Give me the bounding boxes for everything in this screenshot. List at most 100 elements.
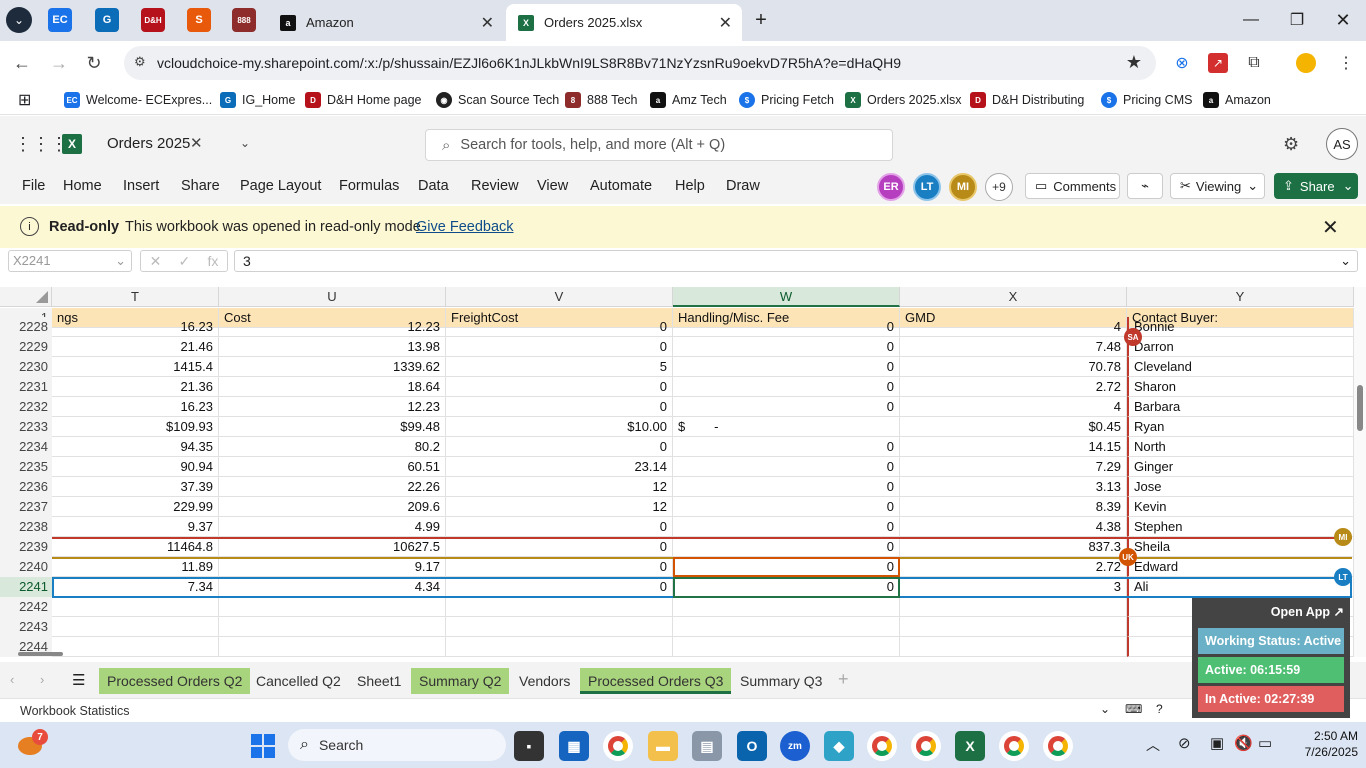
table-cell[interactable]: 1339.62: [219, 357, 446, 377]
pdf-extension-icon[interactable]: ↗: [1208, 53, 1228, 73]
menu-draw[interactable]: Draw: [726, 178, 760, 194]
table-cell[interactable]: $109.93: [52, 417, 219, 437]
table-cell[interactable]: 10627.5: [219, 537, 446, 557]
table-cell[interactable]: 0: [673, 337, 900, 357]
store-icon[interactable]: ▦: [559, 731, 589, 761]
name-box[interactable]: X2241 ⌄: [8, 250, 132, 272]
tab-amazon[interactable]: a Amazon ✕: [268, 4, 504, 41]
row-header[interactable]: 2230: [0, 357, 52, 377]
table-cell[interactable]: 14.15: [900, 437, 1127, 457]
more-collaborators[interactable]: +9: [985, 173, 1013, 201]
workbook-statistics[interactable]: Workbook Statistics: [20, 704, 130, 718]
table-cell[interactable]: 70.78: [900, 357, 1127, 377]
collaborator-avatar[interactable]: LT: [913, 173, 941, 201]
network-off-icon[interactable]: ⊘: [1178, 734, 1191, 752]
table-cell[interactable]: Barbara: [1127, 397, 1354, 417]
prev-sheet-icon[interactable]: ‹: [10, 672, 14, 687]
window-close-icon[interactable]: ✕: [1320, 6, 1366, 34]
table-cell[interactable]: 11464.8: [52, 537, 219, 557]
close-icon[interactable]: ✕: [481, 13, 494, 33]
table-cell[interactable]: [900, 597, 1127, 617]
table-cell[interactable]: 3.13: [900, 477, 1127, 497]
column-header-t[interactable]: T: [52, 287, 219, 307]
menu-file[interactable]: File: [22, 178, 45, 194]
table-cell[interactable]: North: [1127, 437, 1354, 457]
taskbar-search[interactable]: ⌕ Search: [288, 729, 506, 761]
chrome-icon[interactable]: [603, 731, 633, 761]
search-box[interactable]: ⌕ Search for tools, help, and more (Alt …: [425, 129, 893, 161]
sheet-tab[interactable]: Cancelled Q2: [248, 668, 349, 694]
table-cell[interactable]: [446, 617, 673, 637]
bookmark-888-tech[interactable]: 8 888 Tech: [565, 91, 638, 109]
table-cell[interactable]: 0: [673, 517, 900, 537]
bookmark-orders-xlsx[interactable]: X Orders 2025.xlsx: [845, 91, 961, 109]
cancel-icon[interactable]: ✕: [150, 253, 162, 270]
horizontal-scrollbar[interactable]: [0, 649, 1354, 657]
chevron-down-icon[interactable]: ⌄: [240, 136, 250, 150]
formula-input[interactable]: 3 ⌄: [234, 250, 1358, 272]
user-avatar[interactable]: AS: [1326, 128, 1358, 160]
table-cell[interactable]: Jose: [1127, 477, 1354, 497]
row-header[interactable]: 2229: [0, 337, 52, 357]
bookmark-ig-home[interactable]: G IG_Home: [220, 91, 296, 109]
row-header[interactable]: 2241: [0, 577, 52, 597]
back-icon[interactable]: ←: [8, 49, 36, 77]
row-header[interactable]: 2240: [0, 557, 52, 577]
extension-icon[interactable]: ⊗: [1172, 53, 1192, 73]
table-cell[interactable]: 0: [446, 397, 673, 417]
chrome-profile-icon[interactable]: [1043, 731, 1073, 761]
document-title[interactable]: Orders 2025: [107, 135, 190, 152]
url-text[interactable]: vcloudchoice-my.sharepoint.com/:x:/p/shu…: [157, 55, 901, 71]
row-header[interactable]: 2233: [0, 417, 52, 437]
keyboard-icon[interactable]: ⌨: [1125, 702, 1142, 716]
restore-icon[interactable]: ❐: [1274, 6, 1320, 34]
battery-icon[interactable]: ▭: [1258, 734, 1272, 752]
table-cell[interactable]: 8.39: [900, 497, 1127, 517]
catch-up-icon[interactable]: ⌁: [1127, 173, 1163, 199]
menu-data[interactable]: Data: [418, 178, 449, 194]
settings-gear-icon[interactable]: ⚙: [1283, 134, 1299, 155]
table-cell[interactable]: 13.98: [219, 337, 446, 357]
table-cell[interactable]: 4.38: [900, 517, 1127, 537]
table-cell[interactable]: $ -: [673, 417, 900, 437]
table-cell[interactable]: 60.51: [219, 457, 446, 477]
column-header-w[interactable]: W: [673, 287, 900, 307]
row-header[interactable]: 2239: [0, 537, 52, 557]
scrollbar-thumb[interactable]: [1357, 385, 1363, 431]
give-feedback-link[interactable]: Give Feedback: [416, 219, 514, 235]
chrome-active-icon[interactable]: [911, 731, 941, 761]
table-cell[interactable]: 0: [673, 397, 900, 417]
menu-review[interactable]: Review: [471, 178, 519, 194]
table-cell[interactable]: 16.23: [52, 397, 219, 417]
bookmark-pricing-fetch[interactable]: $ Pricing Fetch: [739, 91, 834, 109]
menu-view[interactable]: View: [537, 178, 568, 194]
pinned-tab-s[interactable]: S: [187, 8, 211, 32]
bookmark-amazon[interactable]: a Amazon: [1203, 91, 1271, 109]
table-cell[interactable]: 21.36: [52, 377, 219, 397]
row-header[interactable]: 2231: [0, 377, 52, 397]
vertical-scrollbar[interactable]: [1354, 287, 1366, 657]
sheet-tab[interactable]: Sheet1: [349, 668, 409, 694]
pin-off-icon[interactable]: ✕: [190, 134, 203, 152]
forward-icon[interactable]: →: [45, 49, 73, 77]
table-cell[interactable]: 9.17: [219, 557, 446, 577]
spreadsheet-grid[interactable]: T U V W X Y 1 ngs Cost FreightCost Handl…: [0, 287, 1366, 657]
pinned-tab-ecexpress[interactable]: EC: [48, 8, 72, 32]
table-cell[interactable]: 22.26: [219, 477, 446, 497]
menu-help[interactable]: Help: [675, 178, 705, 194]
row-header[interactable]: 2238: [0, 517, 52, 537]
column-header-v[interactable]: V: [446, 287, 673, 307]
share-button[interactable]: ⇪ Share ⌄: [1274, 173, 1358, 199]
table-cell[interactable]: 0: [446, 377, 673, 397]
app-launcher-icon[interactable]: ⋮⋮⋮: [14, 134, 68, 155]
open-app-link[interactable]: Open App ↗: [1271, 604, 1344, 619]
close-icon[interactable]: ✕: [719, 13, 732, 33]
next-sheet-icon[interactable]: ›: [40, 672, 44, 687]
table-cell[interactable]: 0: [446, 437, 673, 457]
reload-icon[interactable]: ↻: [80, 49, 108, 77]
tab-orders-xlsx[interactable]: X Orders 2025.xlsx ✕: [506, 4, 742, 41]
table-cell[interactable]: 229.99: [52, 497, 219, 517]
table-cell[interactable]: 0: [673, 537, 900, 557]
sheet-tab-active[interactable]: Processed Orders Q3: [580, 668, 732, 694]
row-header[interactable]: 2234: [0, 437, 52, 457]
